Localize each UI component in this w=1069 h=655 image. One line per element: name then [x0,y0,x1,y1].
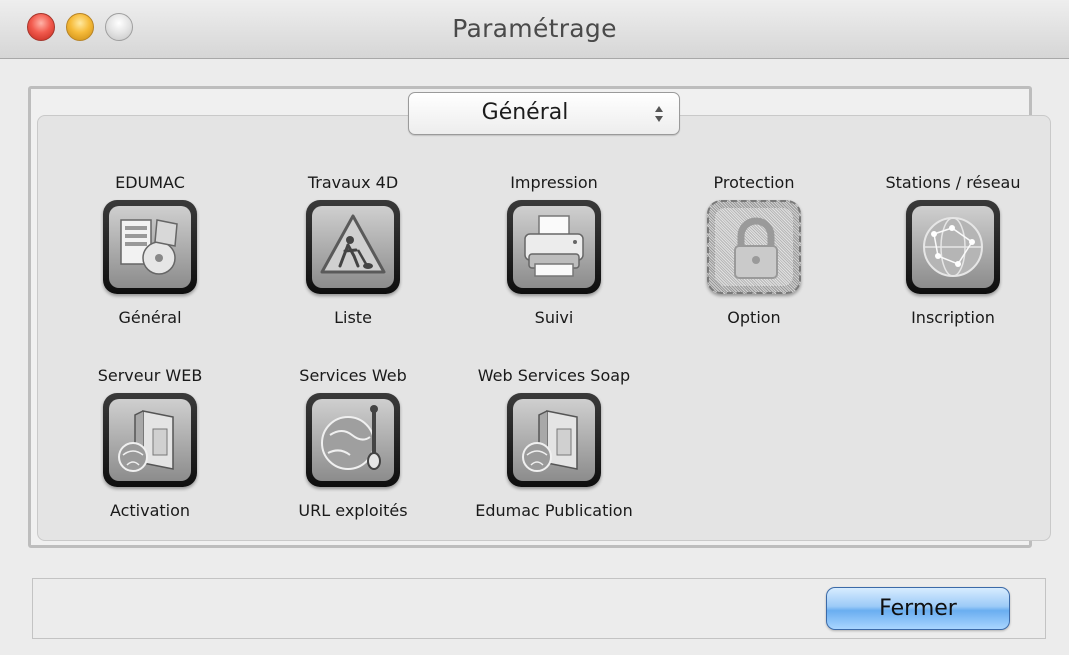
setting-item-top-label: Travaux 4D [307,173,399,192]
setting-item-stations-reseau: Stations / réseau Inscription [858,173,1048,333]
setting-item-top-label: Impression [510,173,598,192]
network-globe-icon[interactable] [906,200,1000,294]
setting-item-bottom-label: Général [118,308,182,327]
installer-icon[interactable] [103,200,197,294]
setting-item-bottom-label: Inscription [911,308,995,327]
setting-item-services-web: Services Web URL exploités [258,366,448,526]
web-server-icon[interactable] [103,393,197,487]
setting-item-top-label: Services Web [299,366,407,385]
setting-item-web-services-soap: Web Services Soap Edumac Publication [459,366,649,526]
up-down-arrows-icon [655,106,663,122]
setting-item-bottom-label: URL exploités [298,501,408,520]
setting-item-bottom-label: Suivi [534,308,574,327]
category-popup-label: Général [481,100,569,125]
printer-icon[interactable] [507,200,601,294]
setting-item-top-label: Stations / réseau [885,173,1021,192]
settings-window: Paramétrage Général EDUMAC Général Trava… [0,0,1069,655]
setting-item-travaux-4d: Travaux 4D Liste [258,173,448,333]
setting-item-bottom-label: Edumac Publication [475,501,633,520]
setting-item-bottom-label: Liste [334,308,372,327]
setting-item-edumac: EDUMAC Général [55,173,245,333]
window-title: Paramétrage [452,14,617,43]
setting-item-bottom-label: Activation [109,501,191,520]
close-button[interactable]: Fermer [826,587,1010,630]
category-popup-button[interactable]: Général [408,92,680,135]
globe-tools-icon[interactable] [306,393,400,487]
setting-item-serveur-web: Serveur WEB Activation [55,366,245,526]
setting-item-top-label: Web Services Soap [477,366,631,385]
setting-item-top-label: Serveur WEB [97,366,203,385]
construction-sign-icon[interactable] [306,200,400,294]
setting-item-top-label: EDUMAC [115,173,185,192]
setting-item-protection: Protection Option [659,173,849,333]
setting-item-bottom-label: Option [727,308,781,327]
setting-item-impression: Impression Suivi [459,173,649,333]
padlock-icon[interactable] [707,200,801,294]
title-bar[interactable]: Paramétrage [0,0,1069,59]
setting-item-top-label: Protection [713,173,795,192]
web-server-icon[interactable] [507,393,601,487]
